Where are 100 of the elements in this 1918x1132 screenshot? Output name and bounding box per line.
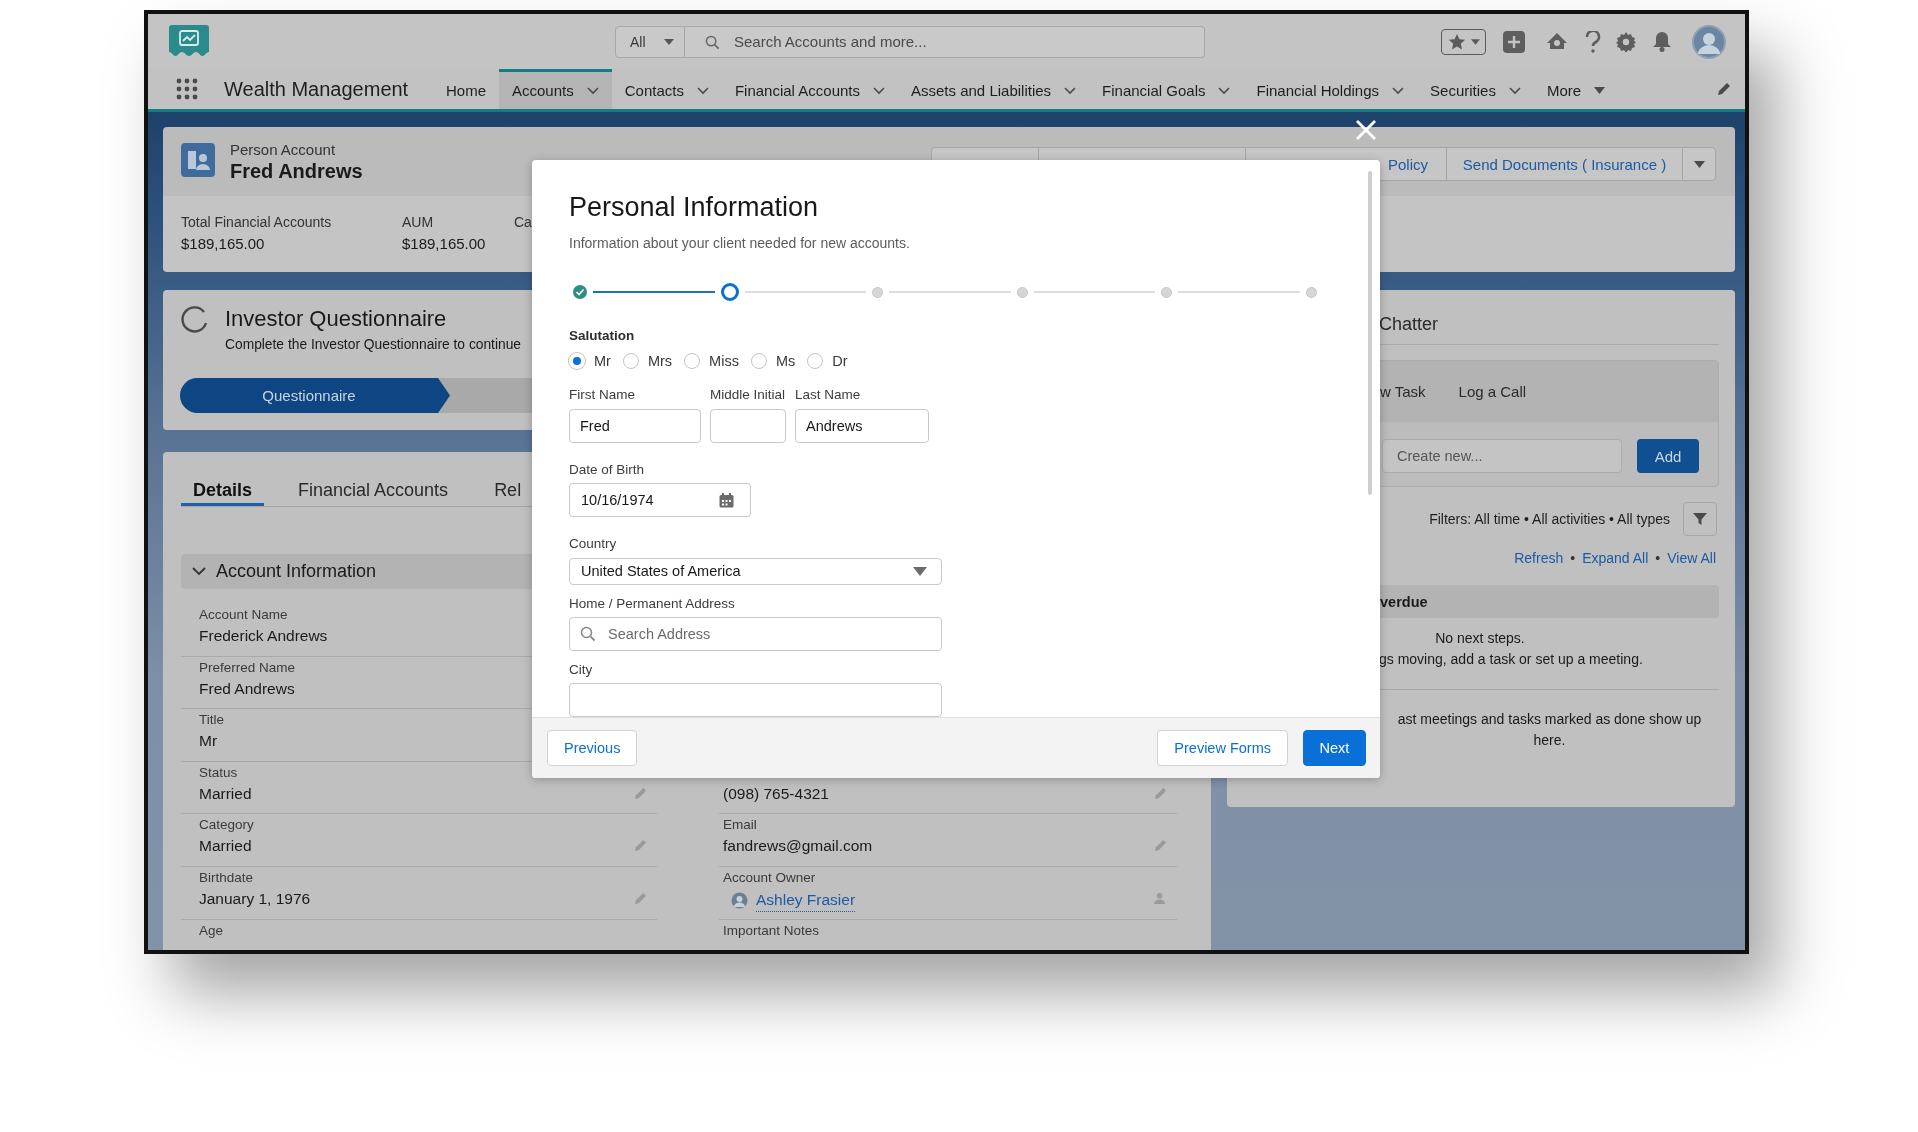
field-label: Home / Permanent Address bbox=[569, 595, 735, 613]
more-actions-button[interactable] bbox=[1682, 147, 1716, 181]
step-complete-icon[interactable] bbox=[573, 285, 587, 299]
filter-button[interactable] bbox=[1683, 502, 1717, 536]
bell-icon[interactable] bbox=[1652, 31, 1672, 52]
activity-link[interactable]: Expand All bbox=[1582, 550, 1649, 566]
radio-label: Miss bbox=[709, 352, 739, 369]
nav-tab[interactable]: Financial Holdings bbox=[1243, 69, 1418, 109]
step-marker[interactable] bbox=[872, 286, 884, 298]
avatar-icon[interactable] bbox=[1692, 24, 1726, 59]
activity-link[interactable]: Refresh bbox=[1514, 550, 1564, 566]
chevron-down-icon bbox=[1064, 86, 1077, 95]
field-label: Country bbox=[569, 534, 617, 553]
field-label: Date of Birth bbox=[569, 460, 645, 479]
highlight-label: Ca bbox=[514, 213, 532, 231]
empty-title: No next steps. bbox=[1434, 629, 1526, 647]
search-field[interactable]: Search Accounts and more... bbox=[685, 25, 1205, 58]
highlight-label: Total Financial Accounts bbox=[181, 213, 333, 231]
radio-label: Dr bbox=[832, 352, 848, 369]
action-button[interactable]: Send Documents ( Insurance ) bbox=[1446, 147, 1683, 181]
field-value: Married bbox=[199, 836, 252, 857]
field-label: City bbox=[569, 661, 593, 679]
nav-tab[interactable]: Financial Accounts bbox=[721, 69, 898, 109]
nav-tab[interactable]: Financial Goals bbox=[1089, 69, 1244, 109]
search-icon bbox=[705, 34, 720, 50]
field-value: Married bbox=[199, 783, 252, 804]
help-icon[interactable] bbox=[1585, 30, 1601, 53]
record-tab[interactable]: Financial Accounts bbox=[286, 452, 461, 506]
empty-message: gs moving, add a task or set up a meeting. bbox=[1378, 650, 1644, 668]
radio-option[interactable]: Mr bbox=[569, 352, 611, 369]
text-field[interactable] bbox=[710, 408, 786, 443]
field-label: Birthdate bbox=[199, 869, 254, 886]
caret-icon bbox=[664, 38, 674, 45]
star-icon bbox=[1447, 32, 1466, 51]
dialog-subtitle: Information about your client needed for new accounts. bbox=[569, 234, 910, 252]
person-icon[interactable] bbox=[1154, 892, 1167, 905]
composer-tab[interactable]: Log a Call bbox=[1458, 383, 1527, 400]
radio-option[interactable]: Miss bbox=[684, 352, 739, 369]
next-button[interactable]: Next bbox=[1303, 730, 1366, 766]
address-search-field[interactable]: Search Address bbox=[569, 617, 942, 651]
field-value: Mr bbox=[199, 731, 218, 752]
preview-forms-button[interactable]: Preview Forms bbox=[1157, 730, 1288, 766]
filter-icon bbox=[1693, 512, 1707, 526]
text-field[interactable]: Andrews bbox=[795, 408, 929, 443]
record-tab[interactable]: Details bbox=[181, 452, 265, 506]
pencil-icon[interactable] bbox=[1717, 82, 1731, 96]
dialog-title: Personal Information bbox=[569, 191, 819, 224]
highlight-label: AUM bbox=[402, 213, 435, 231]
field-label: Status bbox=[199, 764, 238, 781]
create-new-field[interactable]: Create new... bbox=[1382, 439, 1622, 473]
field-value: fandrews@gmail.com bbox=[723, 836, 873, 857]
step-marker[interactable] bbox=[1305, 286, 1317, 298]
radio-button[interactable] bbox=[750, 352, 767, 369]
caret-icon bbox=[1470, 38, 1480, 45]
nav-tab[interactable]: Assets and Liabilities bbox=[898, 69, 1090, 109]
owner-link[interactable]: Ashley Frasier bbox=[756, 889, 856, 912]
favorites-button[interactable] bbox=[1441, 28, 1486, 55]
nav-tab[interactable]: More bbox=[1533, 69, 1619, 109]
city-field[interactable] bbox=[569, 683, 942, 717]
radio-option[interactable]: Ms bbox=[750, 352, 796, 369]
scrollbar[interactable] bbox=[1368, 171, 1372, 495]
country-select[interactable]: United States of America bbox=[569, 557, 942, 585]
search-icon bbox=[580, 626, 596, 642]
nav-tab[interactable]: Accounts bbox=[499, 69, 612, 109]
caret-icon bbox=[1693, 160, 1705, 168]
record-type: Person Account bbox=[230, 141, 337, 159]
activity-tab[interactable]: Chatter bbox=[1379, 290, 1439, 335]
chevron-down-icon bbox=[873, 86, 885, 95]
caret-icon bbox=[913, 566, 927, 576]
record-tab[interactable]: Rel bbox=[482, 452, 534, 506]
add-icon[interactable] bbox=[1503, 30, 1525, 53]
text-field[interactable]: Fred bbox=[569, 408, 701, 443]
app-launcher-icon[interactable] bbox=[176, 78, 198, 100]
nav-tab[interactable]: Contacts bbox=[611, 69, 722, 109]
radio-option[interactable]: Mrs bbox=[622, 352, 673, 369]
step-marker[interactable] bbox=[1016, 286, 1028, 298]
radio-option[interactable]: Dr bbox=[807, 352, 848, 369]
nav-tab[interactable]: Home bbox=[433, 69, 499, 109]
nav-tab[interactable]: Securities bbox=[1417, 69, 1534, 109]
radio-button[interactable] bbox=[622, 352, 639, 369]
search-scope-dropdown[interactable]: All bbox=[615, 25, 685, 58]
close-icon[interactable] bbox=[1355, 119, 1377, 141]
radio-button[interactable] bbox=[807, 352, 824, 369]
field-value: Fred Andrews bbox=[199, 678, 295, 699]
step-marker[interactable] bbox=[1161, 286, 1173, 298]
settings-icon[interactable] bbox=[1616, 31, 1636, 52]
step-current-marker[interactable] bbox=[720, 283, 739, 301]
chevron-down-icon bbox=[696, 86, 709, 95]
spinner-icon bbox=[180, 304, 209, 334]
field-label: Account Owner bbox=[723, 870, 816, 886]
date-field[interactable]: 10/16/1974 bbox=[569, 482, 751, 517]
card-description: Complete the Investor Questionnaire to continue bbox=[225, 336, 522, 354]
composer-tab[interactable]: w Task bbox=[1380, 383, 1426, 400]
path-stage[interactable]: Questionnaire bbox=[180, 378, 450, 413]
activity-link[interactable]: View All bbox=[1667, 550, 1716, 566]
radio-label: Mr bbox=[594, 352, 611, 369]
field-value: Frederick Andrews bbox=[199, 626, 328, 646]
add-button[interactable]: Add bbox=[1637, 439, 1699, 473]
radio-button[interactable] bbox=[684, 352, 701, 369]
previous-button[interactable]: Previous bbox=[547, 730, 638, 766]
